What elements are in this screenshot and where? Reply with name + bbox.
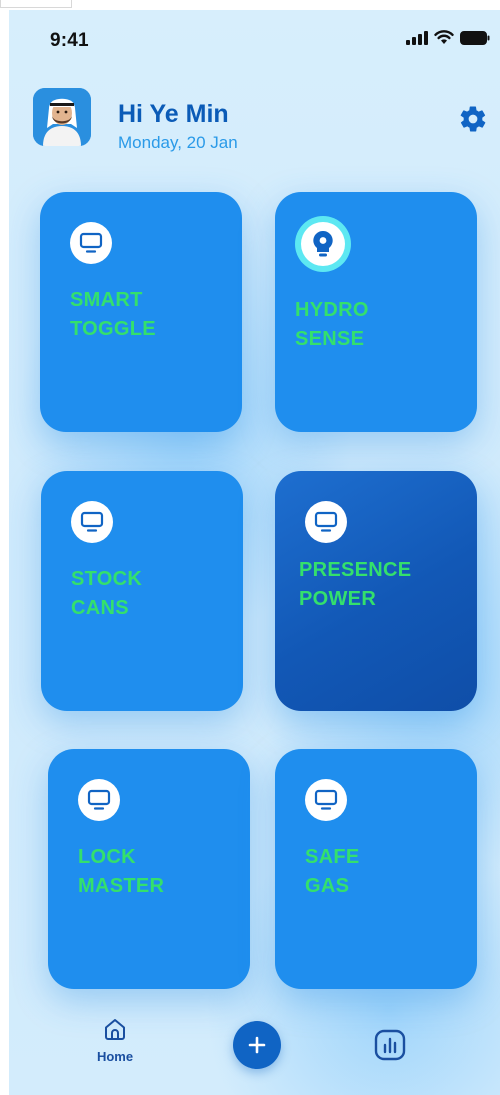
device-icon-badge [71, 501, 113, 543]
device-icon-inner [301, 222, 345, 266]
header: Hi Ye Min Monday, 20 Jan [9, 86, 500, 166]
battery-icon [460, 30, 490, 45]
status-bar: 9:41 [9, 10, 500, 66]
monitor-icon [80, 511, 104, 532]
avatar[interactable] [33, 88, 91, 146]
bottom-nav: Home [9, 1010, 500, 1095]
status-icons [406, 30, 490, 45]
greeting-title: Hi Ye Min [118, 100, 229, 128]
device-icon-badge [295, 216, 351, 272]
nav-home-label: Home [96, 1049, 134, 1064]
wifi-icon [434, 30, 454, 44]
gear-icon[interactable] [458, 104, 488, 134]
status-time: 9:41 [50, 30, 89, 51]
device-card-label: HYDRO SENSE [295, 299, 369, 350]
device-icon-badge [305, 779, 347, 821]
device-card-label: STOCK CANS [71, 568, 143, 619]
device-card-label: PRESENCE POWER [299, 559, 412, 610]
device-card-label: SAFE GAS [305, 846, 360, 897]
monitor-icon [314, 789, 338, 810]
device-card-presence-power[interactable]: PRESENCE POWER [275, 471, 477, 711]
device-card-label: SMART TOGGLE [70, 289, 156, 340]
device-card-hydro-sense[interactable]: HYDRO SENSE [275, 192, 477, 432]
plus-icon [248, 1036, 266, 1054]
device-card-lock-master[interactable]: LOCK MASTER [48, 749, 250, 989]
home-icon [105, 1019, 125, 1040]
device-card-label: LOCK MASTER [78, 846, 165, 897]
monitor-icon [79, 232, 103, 253]
device-card-smart-toggle[interactable]: SMART TOGGLE [40, 192, 242, 432]
device-icon-badge [78, 779, 120, 821]
monitor-icon [314, 511, 338, 532]
device-icon-badge [70, 222, 112, 264]
avatar-illustration [33, 88, 91, 146]
device-card-stock-cans[interactable]: STOCK CANS [41, 471, 243, 711]
device-icon-badge [305, 501, 347, 543]
signal-icon [406, 30, 428, 45]
date-subtitle: Monday, 20 Jan [118, 133, 238, 152]
add-device-button[interactable] [233, 1021, 281, 1069]
phone-screen: 9:41 Hi Ye Min Monday, 20 Jan SMART TOGG… [9, 10, 500, 1095]
bar-chart-icon[interactable] [373, 1028, 407, 1062]
device-card-safe-gas[interactable]: SAFE GAS [275, 749, 477, 989]
browser-tab-stub [0, 0, 72, 8]
bulb-icon [313, 230, 333, 257]
nav-home-tab[interactable]: Home [89, 1016, 141, 1072]
monitor-icon [87, 789, 111, 810]
